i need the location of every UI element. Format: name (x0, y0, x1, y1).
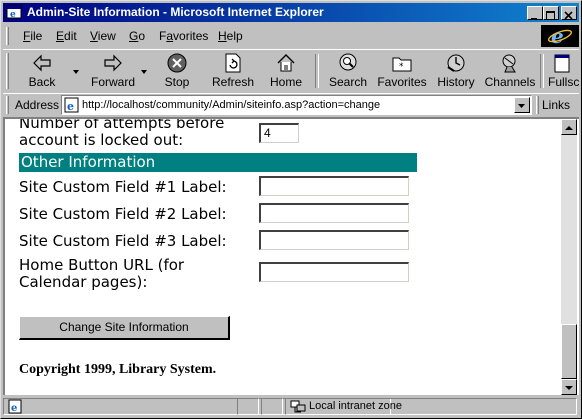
back-arrow-icon (33, 54, 51, 72)
scroll-up-arrow-icon (565, 126, 573, 130)
home-button[interactable]: Home (263, 52, 309, 90)
close-button[interactable] (561, 6, 577, 20)
address-input[interactable]: e http://localhost/community/Admin/sitei… (61, 95, 532, 115)
status-panel (237, 398, 259, 415)
maximize-button[interactable] (543, 6, 559, 20)
links-grip[interactable] (536, 96, 539, 114)
vertical-scrollbar[interactable] (561, 119, 577, 395)
page-viewport: Number of attempts before account is loc… (3, 117, 579, 395)
custom-field-3-label: Site Custom Field #3 Label: (19, 232, 227, 250)
browser-window: e Admin-Site Information - Microsoft Int… (0, 0, 582, 419)
copyright-text: Copyright 1999, Library System. (19, 362, 217, 377)
links-button[interactable]: Links (542, 98, 570, 112)
address-bar: Address e http://localhost/community/Adm… (3, 93, 579, 116)
custom-field-1-input[interactable] (259, 176, 409, 196)
channels-button[interactable]: Channels (484, 52, 536, 90)
home-url-label-line2: Calendar pages): (19, 273, 148, 291)
fullscreen-icon (554, 54, 569, 73)
svg-text:e: e (11, 403, 17, 414)
lockout-label-line2: account is locked out: (19, 131, 184, 149)
home-label: Home (269, 75, 302, 89)
page-icon: e (64, 97, 79, 113)
favorites-label: Favorites (377, 75, 427, 89)
fullscreen-button[interactable]: Fullsc (544, 52, 579, 90)
scroll-down-button[interactable] (561, 379, 577, 395)
back-label: Back (28, 75, 56, 89)
search-button[interactable]: Search (323, 52, 373, 90)
home-url-input[interactable] (259, 262, 409, 282)
menu-grip[interactable] (6, 27, 9, 45)
close-icon (564, 11, 573, 20)
ie-throbber: e (541, 24, 579, 48)
forward-button[interactable]: Forward (83, 52, 143, 90)
custom-field-2-label: Site Custom Field #2 Label: (19, 205, 227, 223)
address-url: http://localhost/community/Admin/siteinf… (82, 99, 381, 111)
status-panel (261, 398, 283, 415)
menu-view[interactable]: View (90, 29, 116, 43)
favorites-button[interactable]: * Favorites (376, 52, 428, 90)
custom-field-3-input[interactable] (259, 230, 409, 250)
address-grip[interactable] (6, 96, 9, 114)
menu-edit[interactable]: Edit (56, 29, 77, 43)
scroll-down-arrow-icon (565, 386, 573, 390)
back-dropdown-icon[interactable] (73, 70, 79, 74)
menu-favorites[interactable]: Favorites (159, 29, 208, 43)
channels-satellite-icon (502, 54, 516, 73)
back-button[interactable]: Back (17, 52, 67, 90)
channels-label: Channels (484, 75, 536, 89)
maximize-icon (546, 11, 555, 20)
window-title: Admin-Site Information - Microsoft Inter… (27, 5, 324, 19)
refresh-label: Refresh (211, 75, 255, 89)
scroll-up-button[interactable] (561, 119, 577, 135)
menu-bar: File Edit View Go Favorites Help (3, 25, 537, 47)
forward-dropdown-icon[interactable] (141, 70, 147, 74)
menu-file[interactable]: File (23, 29, 42, 43)
stop-button[interactable]: Stop (153, 52, 201, 90)
status-bar: e Local intranet zone (3, 397, 579, 417)
ie-page-icon: e (6, 5, 22, 19)
refresh-button[interactable]: Refresh (208, 52, 258, 90)
refresh-icon (225, 53, 241, 73)
home-url-label-line1: Home Button URL (for (19, 256, 185, 274)
minimize-icon (531, 18, 537, 20)
page-status-icon: e (8, 399, 22, 414)
forward-label: Forward (90, 75, 135, 89)
favorites-folder-icon: * (392, 57, 412, 72)
toolbar: Back Forward Stop Refresh Home Search * … (3, 49, 579, 92)
history-icon (447, 54, 465, 72)
custom-field-1-label: Site Custom Field #1 Label: (19, 178, 227, 196)
chevron-down-icon (518, 104, 525, 108)
stop-icon (167, 53, 187, 73)
search-icon (339, 53, 357, 71)
svg-text:*: * (399, 62, 404, 72)
history-label: History (437, 75, 475, 89)
fullscreen-label: Fullsc (548, 75, 579, 89)
svg-text:e: e (551, 25, 564, 47)
home-icon (277, 54, 295, 72)
intranet-zone-icon (290, 400, 306, 413)
title-bar[interactable]: e Admin-Site Information - Microsoft Int… (3, 3, 579, 22)
change-site-information-button[interactable]: Change Site Information (19, 316, 230, 340)
minimize-button[interactable] (527, 6, 543, 20)
svg-text:e: e (10, 10, 16, 19)
svg-text:e: e (67, 100, 74, 113)
section-header-other-information: Other Information (19, 153, 417, 172)
page-content: Number of attempts before account is loc… (5, 119, 561, 395)
menu-go[interactable]: Go (129, 29, 145, 43)
address-label: Address (15, 98, 60, 112)
search-label: Search (328, 75, 368, 89)
scrollbar-thumb[interactable] (561, 324, 577, 379)
toolbar-separator (315, 54, 319, 88)
toolbar-grip[interactable] (6, 53, 9, 89)
security-zone-text: Local intranet zone (309, 400, 402, 412)
ie-logo-icon: e (547, 24, 573, 48)
history-button[interactable]: History (433, 52, 479, 90)
stop-label: Stop (164, 75, 190, 89)
menu-help[interactable]: Help (218, 29, 243, 43)
forward-arrow-icon (104, 54, 122, 72)
custom-field-2-input[interactable] (259, 203, 409, 223)
lockout-attempts-input[interactable]: 4 (259, 123, 299, 143)
address-dropdown-button[interactable] (514, 97, 530, 113)
